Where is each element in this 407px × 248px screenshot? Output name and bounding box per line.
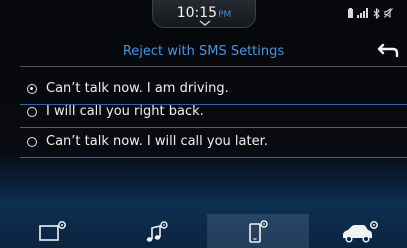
title-divider [20, 66, 407, 67]
mute-icon [384, 8, 393, 18]
option-label: Can’t talk now. I will call you later. [46, 134, 268, 149]
nav-music-settings[interactable] [120, 214, 188, 248]
row-divider [20, 157, 407, 158]
back-button[interactable] [376, 41, 400, 63]
display-settings-icon [39, 221, 66, 241]
nav-vehicle-settings[interactable] [325, 214, 395, 248]
status-bar: 10:15PM [0, 0, 407, 28]
clock-ampm: PM [218, 10, 232, 20]
radio-dot [30, 87, 33, 90]
signal-icon [357, 8, 368, 18]
sms-option-3[interactable]: Can’t talk now. I will call you later. [0, 128, 407, 156]
radio-unselected-icon[interactable] [27, 137, 37, 147]
clock-tab[interactable]: 10:15PM [152, 0, 256, 28]
music-settings-icon [146, 221, 168, 242]
bluetooth-icon [373, 7, 380, 19]
battery-icon [348, 8, 353, 18]
vehicle-settings-icon [343, 221, 378, 243]
clock-time: 10:15 [176, 5, 218, 21]
status-icons [348, 6, 393, 20]
option-label: I will call you right back. [46, 104, 204, 119]
nav-phone-settings[interactable] [207, 214, 309, 248]
option-label: Can’t talk now. I am driving. [46, 81, 229, 96]
nav-display-settings[interactable] [20, 214, 88, 248]
sms-option-2[interactable]: I will call you right back. [0, 98, 407, 126]
phone-settings-icon [249, 220, 268, 243]
radio-unselected-icon[interactable] [27, 107, 37, 117]
back-arrow-icon [377, 43, 399, 58]
infotainment-screen: 10:15PM Reject with SMS Settings Can’t t… [0, 0, 407, 248]
chevron-down-icon [199, 20, 211, 26]
bottom-nav [0, 214, 407, 248]
page-title: Reject with SMS Settings [122, 44, 285, 59]
radio-selected-icon[interactable] [27, 84, 37, 94]
